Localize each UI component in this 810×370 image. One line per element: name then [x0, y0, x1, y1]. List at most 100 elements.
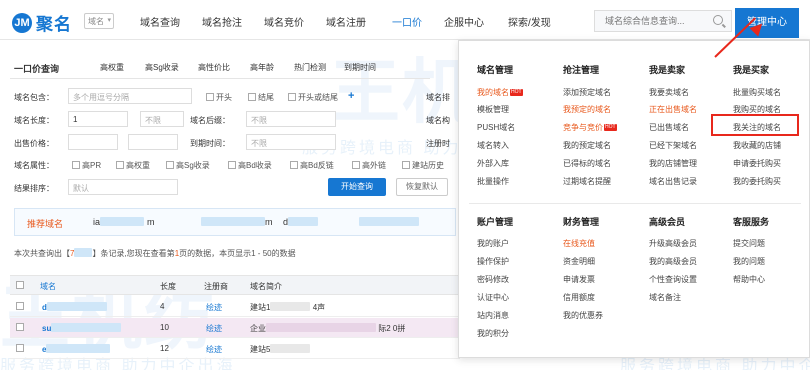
menu-domain-notes[interactable]: 域名备注 — [649, 292, 681, 303]
menu-site-messages[interactable]: 站内消息 — [477, 310, 509, 321]
recommended-domain-4[interactable] — [359, 217, 419, 227]
row-domain[interactable]: e — [42, 344, 111, 354]
add-keyword-icon[interactable]: + — [348, 90, 354, 102]
menu-request-proxy-buy[interactable]: 申请委托购买 — [733, 158, 781, 169]
menu-add-reserve[interactable]: 添加预定域名 — [563, 87, 611, 98]
menu-compete-bid[interactable]: 竞争与竞价 HOT — [563, 122, 617, 133]
start-query-button[interactable]: 开始查询 — [328, 178, 386, 196]
col-intro[interactable]: 域名简介 — [250, 281, 282, 292]
nav-domain-register[interactable]: 域名注册 — [326, 14, 366, 29]
attr-weight-checkbox[interactable]: 高权重 — [116, 160, 150, 171]
menu-submit-question[interactable]: 提交问题 — [733, 238, 765, 249]
nav-enterprise[interactable]: 企服中心 — [444, 14, 484, 29]
table-row[interactable]: d 4 绘迹 建站1 4声 — [10, 297, 460, 317]
sort-select[interactable]: 默认 — [68, 179, 178, 195]
attr-history-checkbox[interactable]: 建站历史 — [402, 160, 444, 171]
attr-bd-checkbox[interactable]: 高Bd收录 — [228, 160, 272, 171]
menu-delisted[interactable]: 已经下架域名 — [649, 140, 697, 151]
menu-batch-ops[interactable]: 批量操作 — [477, 176, 509, 187]
menu-op-protect[interactable]: 操作保护 — [477, 256, 509, 267]
menu-batch-buy[interactable]: 批量购买域名 — [733, 87, 781, 98]
menu-sale-records[interactable]: 域名出售记录 — [649, 176, 697, 187]
col-registrar[interactable]: 注册商 — [204, 281, 228, 292]
row-checkbox[interactable] — [16, 344, 26, 353]
menu-favorite-shops[interactable]: 我收藏的店铺 — [733, 140, 781, 151]
row-checkbox[interactable] — [16, 323, 26, 332]
menu-help-center[interactable]: 帮助中心 — [733, 274, 765, 285]
menu-invoice[interactable]: 申请发票 — [563, 274, 595, 285]
domain-type-select[interactable]: 域名 ▾ — [84, 13, 114, 29]
menu-coupons[interactable]: 我的优惠券 — [563, 310, 603, 321]
row-registrar[interactable]: 绘迹 — [206, 302, 222, 313]
expire-select[interactable]: 不限 — [246, 134, 336, 150]
col-length[interactable]: 长度 — [160, 281, 176, 292]
start-checkbox[interactable]: 开头 — [206, 92, 232, 103]
menu-my-reserved[interactable]: 我预定的域名 — [563, 104, 611, 115]
nav-explore[interactable]: 探索/发现 — [508, 14, 551, 29]
end-checkbox[interactable]: 结尾 — [248, 92, 274, 103]
menu-my-vip[interactable]: 我的高级会员 — [649, 256, 697, 267]
menu-credit-limit[interactable]: 信用额度 — [563, 292, 595, 303]
select-all-checkbox[interactable] — [16, 281, 26, 290]
row-domain[interactable]: su — [42, 323, 122, 333]
menu-expire-reminder[interactable]: 过期域名提醒 — [563, 176, 611, 187]
attr-bdlink-checkbox[interactable]: 高Bd反链 — [290, 160, 334, 171]
nav-domain-auction[interactable]: 域名竞价 — [264, 14, 304, 29]
subtab-age[interactable]: 高年龄 — [250, 62, 274, 73]
nav-domain-snatch[interactable]: 域名抢注 — [202, 14, 242, 29]
price-max-input[interactable] — [128, 134, 178, 150]
attr-outlink-checkbox[interactable]: 高外链 — [352, 160, 386, 171]
nav-fixed-price[interactable]: 一口价 — [392, 14, 422, 29]
menu-my-reserved-domains[interactable]: 我的预定域名 — [563, 140, 611, 151]
menu-query-settings[interactable]: 个性查询设置 — [649, 274, 697, 285]
menu-change-password[interactable]: 密码修改 — [477, 274, 509, 285]
table-row[interactable]: su 10 绘迹 企业 际2 0拼 — [10, 318, 460, 338]
menu-upgrade-vip[interactable]: 升级高级会员 — [649, 238, 697, 249]
reset-default-button[interactable]: 恢复默认 — [396, 178, 448, 196]
recommended-domain-1[interactable]: ia — [93, 217, 145, 227]
menu-transfer-in[interactable]: 域名转入 — [477, 140, 509, 151]
menu-shop-mgmt[interactable]: 我的店铺管理 — [649, 158, 697, 169]
menu-sold[interactable]: 已出售域名 — [649, 122, 689, 133]
col-domain[interactable]: 域名 — [40, 281, 56, 292]
row-domain[interactable]: d — [42, 302, 107, 312]
menu-on-sale[interactable]: 正在出售域名 — [649, 104, 697, 115]
recommended-domain-3[interactable]: d — [283, 217, 319, 227]
site-logo[interactable]: JM 聚名 — [12, 10, 72, 35]
menu-template-mgmt[interactable]: 模板管理 — [477, 104, 509, 115]
length-max-select[interactable]: 不限 — [140, 111, 184, 127]
search-icon[interactable] — [713, 15, 723, 25]
row-registrar[interactable]: 绘迹 — [206, 323, 222, 334]
subtab-high-sg[interactable]: 高Sg收录 — [145, 62, 179, 73]
attr-pr-checkbox[interactable]: 高PR — [72, 160, 101, 171]
subtab-expire[interactable]: 到期时间 — [344, 62, 376, 73]
menu-my-proxy-buy[interactable]: 我的委托购买 — [733, 176, 781, 187]
search-input[interactable] — [595, 11, 705, 31]
table-row[interactable]: e 12 绘迹 建站5 — [10, 339, 460, 359]
attr-sg-checkbox[interactable]: 高Sg收录 — [166, 160, 210, 171]
length-min-select[interactable]: 1 — [68, 111, 128, 127]
menu-my-account[interactable]: 我的账户 — [477, 238, 509, 249]
menu-fund-details[interactable]: 资金明细 — [563, 256, 595, 267]
menu-won-domains[interactable]: 已得标的域名 — [563, 158, 611, 169]
suffix-select[interactable]: 不限 — [246, 111, 336, 127]
menu-sell-domain[interactable]: 我要卖域名 — [649, 87, 689, 98]
menu-verify-center[interactable]: 认证中心 — [477, 292, 509, 303]
menu-push-domain[interactable]: PUSH域名 — [477, 122, 515, 133]
row-checkbox[interactable] — [16, 302, 26, 311]
menu-my-questions[interactable]: 我的问题 — [733, 256, 765, 267]
subtab-hot[interactable]: 热门检测 — [294, 62, 326, 73]
management-center-button[interactable]: 管理中心 — [735, 8, 799, 38]
row-registrar[interactable]: 绘迹 — [206, 344, 222, 355]
menu-recharge[interactable]: 在线充值 — [563, 238, 595, 249]
recommended-domain-2[interactable]: m — [201, 217, 273, 227]
keyword-input[interactable]: 多个用逗号分隔 — [68, 88, 192, 104]
menu-my-points[interactable]: 我的积分 — [477, 328, 509, 339]
head-or-tail-checkbox[interactable]: 开头或结尾 — [288, 92, 338, 103]
nav-domain-query[interactable]: 域名查询 — [140, 14, 180, 29]
subtab-high-weight[interactable]: 高权重 — [100, 62, 124, 73]
menu-my-domains[interactable]: 我的域名 HOT — [477, 87, 523, 98]
subtab-value[interactable]: 高性价比 — [198, 62, 230, 73]
price-min-input[interactable] — [68, 134, 118, 150]
menu-external-import[interactable]: 外部入库 — [477, 158, 509, 169]
